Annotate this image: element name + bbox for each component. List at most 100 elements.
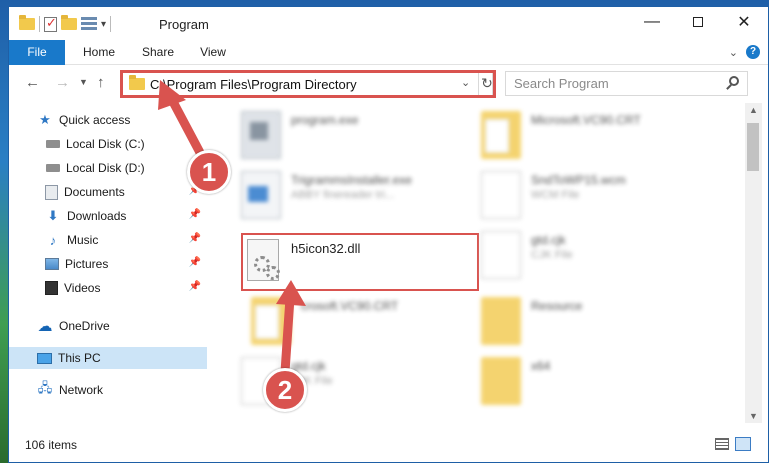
file-name: x64 <box>531 359 551 373</box>
pin-icon[interactable]: 📌 <box>189 257 201 268</box>
music-icon: ♪ <box>49 232 57 248</box>
title-bar: ▾ Program — ✕ <box>9 7 768 39</box>
file-description: ABBY finereader tri... <box>291 189 395 201</box>
file-name: TrigrammsInstaller.exe <box>291 173 412 187</box>
sidebar-item-label: Documents <box>64 185 125 199</box>
network-icon: 🖧 <box>37 380 53 395</box>
back-button[interactable]: ← <box>25 74 40 91</box>
refresh-button[interactable]: ↻ <box>478 72 493 95</box>
folder-icon <box>129 75 145 90</box>
pin-icon[interactable]: 📌 <box>189 209 201 220</box>
sidebar-item-label: Downloads <box>67 209 127 223</box>
folder-icon <box>481 297 521 345</box>
sidebar-item-label: Local Disk (C:) <box>66 137 145 151</box>
folder-icon <box>481 357 521 405</box>
file-name: Resource <box>531 299 583 313</box>
search-input[interactable] <box>514 73 724 94</box>
sidebar-item-label: Videos <box>64 281 101 295</box>
sidebar-item-music[interactable]: ♪ Music 📌 <box>9 229 207 251</box>
sidebar-item-network[interactable]: 🖧 Network <box>9 379 207 401</box>
properties-icon[interactable] <box>81 17 97 31</box>
details-view-icon[interactable] <box>715 438 729 450</box>
sidebar-item-label: Quick access <box>59 113 131 127</box>
file-item[interactable]: TrigrammsInstaller.exe ABBY finereader t… <box>217 167 457 223</box>
maximize-button[interactable] <box>675 7 721 37</box>
sidebar-item-this-pc[interactable]: This PC <box>9 347 207 369</box>
sidebar-item-videos[interactable]: Videos 📌 <box>9 277 207 299</box>
file-item[interactable]: x64 <box>457 353 697 409</box>
status-bar: 106 items <box>9 431 768 457</box>
file-item[interactable]: gtd.cjk CJK File <box>217 353 457 409</box>
file-name: program.exe <box>291 113 359 127</box>
large-icons-view-icon[interactable] <box>735 437 751 451</box>
file-item[interactable]: crosoft.VC90.CRT <box>227 293 467 349</box>
sidebar-item-onedrive[interactable]: ☁ OneDrive <box>9 315 207 337</box>
sidebar-item-label: Pictures <box>65 257 109 271</box>
installer-file-icon <box>241 171 281 219</box>
step-1-badge: 1 <box>187 150 231 194</box>
customize-dropdown-icon[interactable]: ▾ <box>101 19 106 30</box>
toolbar-divider <box>39 16 40 32</box>
pin-icon[interactable]: 📌 <box>189 281 201 292</box>
scroll-up-icon[interactable]: ▲ <box>749 105 758 115</box>
disk-icon <box>46 140 60 148</box>
file-item[interactable]: program.exe <box>217 107 457 163</box>
file-item[interactable]: gtd.cjk CJK File <box>457 227 697 283</box>
star-icon: ★ <box>39 112 51 127</box>
file-item[interactable]: Microsoft.VC90.CRT <box>457 107 697 163</box>
tab-share[interactable]: Share <box>137 40 179 65</box>
maximize-icon <box>693 17 703 27</box>
document-file-icon <box>481 231 521 279</box>
pictures-icon <box>45 258 59 270</box>
recent-locations-dropdown[interactable]: ▼ <box>79 77 88 87</box>
forward-button[interactable]: → <box>55 74 70 91</box>
sidebar-item-label: This PC <box>58 351 101 365</box>
help-icon[interactable]: ? <box>746 45 760 59</box>
quick-access-toolbar: ▾ <box>19 15 112 33</box>
minimize-button[interactable]: — <box>629 7 675 37</box>
folder-icon <box>251 297 291 345</box>
file-name: Microsoft.VC90.CRT <box>531 113 641 127</box>
sidebar-item-documents[interactable]: Documents 📌 <box>9 181 207 203</box>
up-button[interactable]: ↑ <box>97 74 105 91</box>
scrollbar-thumb[interactable] <box>747 123 759 171</box>
expand-ribbon-icon[interactable]: ⌄ <box>729 46 738 59</box>
file-highlight-box <box>241 233 479 291</box>
search-box[interactable] <box>505 71 748 96</box>
properties-check-icon[interactable] <box>44 15 57 32</box>
sidebar-item-quick-access[interactable]: ★ Quick access <box>9 109 207 131</box>
search-icon[interactable] <box>729 76 739 86</box>
pin-icon[interactable]: 📌 <box>189 233 201 244</box>
document-file-icon <box>481 171 521 219</box>
address-bar[interactable]: C:\Program Files\Program Directory ⌄ ↻ <box>122 71 493 96</box>
pc-icon <box>37 352 52 364</box>
videos-icon <box>45 281 58 295</box>
tab-home[interactable]: Home <box>79 40 119 65</box>
address-path[interactable]: C:\Program Files\Program Directory <box>150 77 357 92</box>
explorer-window: ▾ Program — ✕ File Home Share View ⌄ ? ←… <box>8 6 769 463</box>
scroll-down-icon[interactable]: ▼ <box>749 411 758 421</box>
file-item[interactable]: SndToWP15.wcm WCM File <box>457 167 697 223</box>
step-2-badge: 2 <box>263 368 307 412</box>
documents-icon <box>45 184 58 200</box>
chevron-down-icon[interactable]: ⌄ <box>461 76 470 89</box>
file-name: SndToWP15.wcm <box>531 173 626 187</box>
close-button[interactable]: ✕ <box>721 7 767 37</box>
file-name: gtd.cjk <box>531 233 566 247</box>
navigation-bar: ← → ▼ ↑ C:\Program Files\Program Directo… <box>9 66 768 100</box>
tab-view[interactable]: View <box>195 40 231 65</box>
vertical-scrollbar[interactable]: ▲ ▼ <box>745 103 762 423</box>
sidebar-item-local-disk-c[interactable]: Local Disk (C:) <box>9 133 207 155</box>
sidebar-item-label: Network <box>59 383 104 397</box>
file-item[interactable]: Resource <box>457 293 697 349</box>
tab-file[interactable]: File <box>9 40 65 65</box>
sidebar-item-pictures[interactable]: Pictures 📌 <box>9 253 207 275</box>
exe-file-icon <box>241 111 281 159</box>
sidebar-item-local-disk-d[interactable]: Local Disk (D:) <box>9 157 207 179</box>
file-description: CJK File <box>531 249 573 261</box>
sidebar-item-downloads[interactable]: ⬇ Downloads 📌 <box>9 205 207 227</box>
new-folder-icon[interactable] <box>61 15 77 30</box>
sidebar-item-label: Local Disk (D:) <box>66 161 145 175</box>
toolbar-divider <box>110 16 112 32</box>
file-name: crosoft.VC90.CRT <box>301 299 399 313</box>
